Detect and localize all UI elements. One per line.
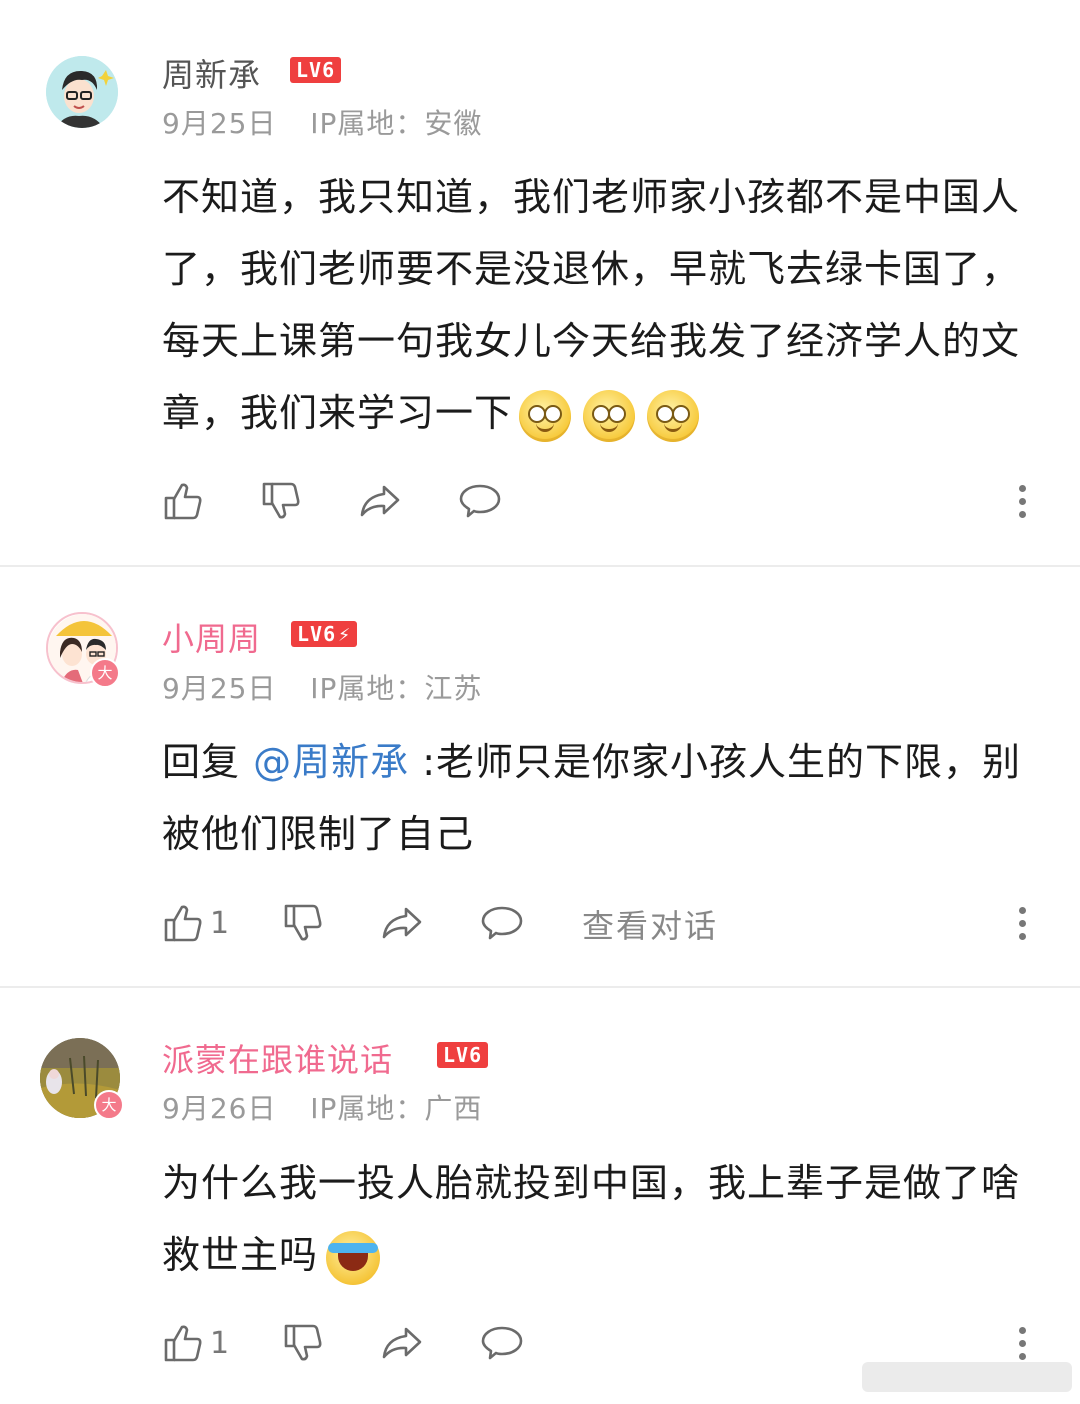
comment-bubble-icon (481, 906, 523, 940)
level-badge: LV6 (290, 57, 342, 83)
ip-label: IP属地： (310, 1092, 425, 1125)
more-dot (1018, 932, 1026, 940)
divider (0, 986, 1080, 988)
level-text: LV6 (297, 622, 337, 646)
reply-button[interactable] (458, 471, 502, 531)
comment-bubble-icon (459, 484, 501, 518)
watermark-bar (862, 1362, 1072, 1392)
share-button[interactable] (358, 471, 402, 531)
comment-actions: 1 查看对话 (162, 893, 1042, 953)
more-dot (1018, 1339, 1026, 1347)
verified-badge: 大 (90, 658, 120, 688)
more-dot (1018, 1352, 1026, 1360)
share-button[interactable] (380, 893, 424, 953)
comment-meta: 9月25日 IP属地：安徽 (162, 102, 482, 142)
dizzy-face-emoji-icon (519, 389, 572, 442)
comment-meta: 9月26日 IP属地：广西 (162, 1087, 482, 1127)
ip-location: 安徽 (424, 107, 483, 140)
ip-location: 江苏 (424, 672, 483, 705)
thumbs-down-icon (262, 482, 300, 519)
avatar[interactable]: 大 (46, 612, 120, 688)
reply-button[interactable] (480, 893, 524, 953)
comment-actions (162, 471, 1042, 531)
more-options-button[interactable] (1002, 893, 1042, 953)
more-dot (1018, 510, 1026, 518)
comment-text: 回复 @周新承 :老师只是你家小孩人生的下限，别被他们限制了自己 (162, 726, 1022, 870)
username[interactable]: 派蒙在跟谁说话 (162, 1035, 393, 1081)
more-dots-icon (1018, 906, 1026, 914)
dizzy-face-emoji-icon (647, 389, 700, 442)
ip-label: IP属地： (310, 107, 425, 140)
mention-link[interactable]: @周新承 (253, 740, 409, 784)
more-dots-icon (1018, 484, 1026, 492)
comment-date: 9月25日 (162, 107, 277, 140)
like-button[interactable]: 1 (162, 893, 229, 953)
dizzy-face-emoji-icon (583, 389, 636, 442)
divider (0, 565, 1080, 567)
comment-date: 9月26日 (162, 1092, 277, 1125)
avatar[interactable] (46, 56, 118, 128)
level-badge: LV6 (437, 1042, 489, 1068)
share-arrow-icon (382, 1327, 422, 1359)
more-dot (1018, 497, 1026, 505)
more-dot (1018, 919, 1026, 927)
more-dots-icon (1018, 1326, 1026, 1334)
like-button[interactable] (162, 471, 210, 531)
comment-bubble-icon (481, 1326, 523, 1360)
ip-label: IP属地： (310, 672, 425, 705)
dislike-button[interactable] (260, 471, 304, 531)
username[interactable]: 小周周 (162, 614, 261, 660)
view-conversation-link[interactable]: 查看对话 (582, 901, 718, 947)
thumbs-up-icon (164, 905, 202, 942)
dislike-button[interactable] (282, 893, 326, 953)
avatar[interactable]: 大 (40, 1038, 124, 1120)
crying-laughing-emoji-icon (326, 1230, 381, 1285)
thumbs-down-icon (284, 904, 322, 941)
verified-badge: 大 (94, 1090, 124, 1120)
lightning-icon: ⚡ (338, 622, 352, 646)
level-badge: LV6 ⚡ (291, 621, 358, 647)
like-button[interactable]: 1 (162, 1313, 229, 1373)
like-count: 1 (210, 1325, 230, 1361)
username[interactable]: 周新承 (162, 50, 261, 96)
thumbs-up-icon (164, 483, 202, 520)
more-options-button[interactable] (1002, 471, 1042, 531)
share-button[interactable] (380, 1313, 424, 1373)
comment-body: 为什么我一投人胎就投到中国，我上辈子是做了啥救世主吗 (162, 1161, 1021, 1277)
ip-location: 广西 (424, 1092, 483, 1125)
share-arrow-icon (382, 907, 422, 939)
comment-text: 不知道，我只知道，我们老师家小孩都不是中国人了，我们老师要不是没退休，早就飞去绿… (162, 161, 1022, 449)
comment-text: 为什么我一投人胎就投到中国，我上辈子是做了啥救世主吗 (162, 1147, 1022, 1291)
reply-prefix: 回复 (162, 740, 241, 784)
share-arrow-icon (360, 485, 400, 517)
dislike-button[interactable] (282, 1313, 326, 1373)
thumbs-up-icon (164, 1325, 202, 1362)
comment-meta: 9月25日 IP属地：江苏 (162, 667, 482, 707)
like-count: 1 (210, 905, 230, 941)
reply-button[interactable] (480, 1313, 524, 1373)
comment-date: 9月25日 (162, 672, 277, 705)
thumbs-down-icon (284, 1324, 322, 1361)
